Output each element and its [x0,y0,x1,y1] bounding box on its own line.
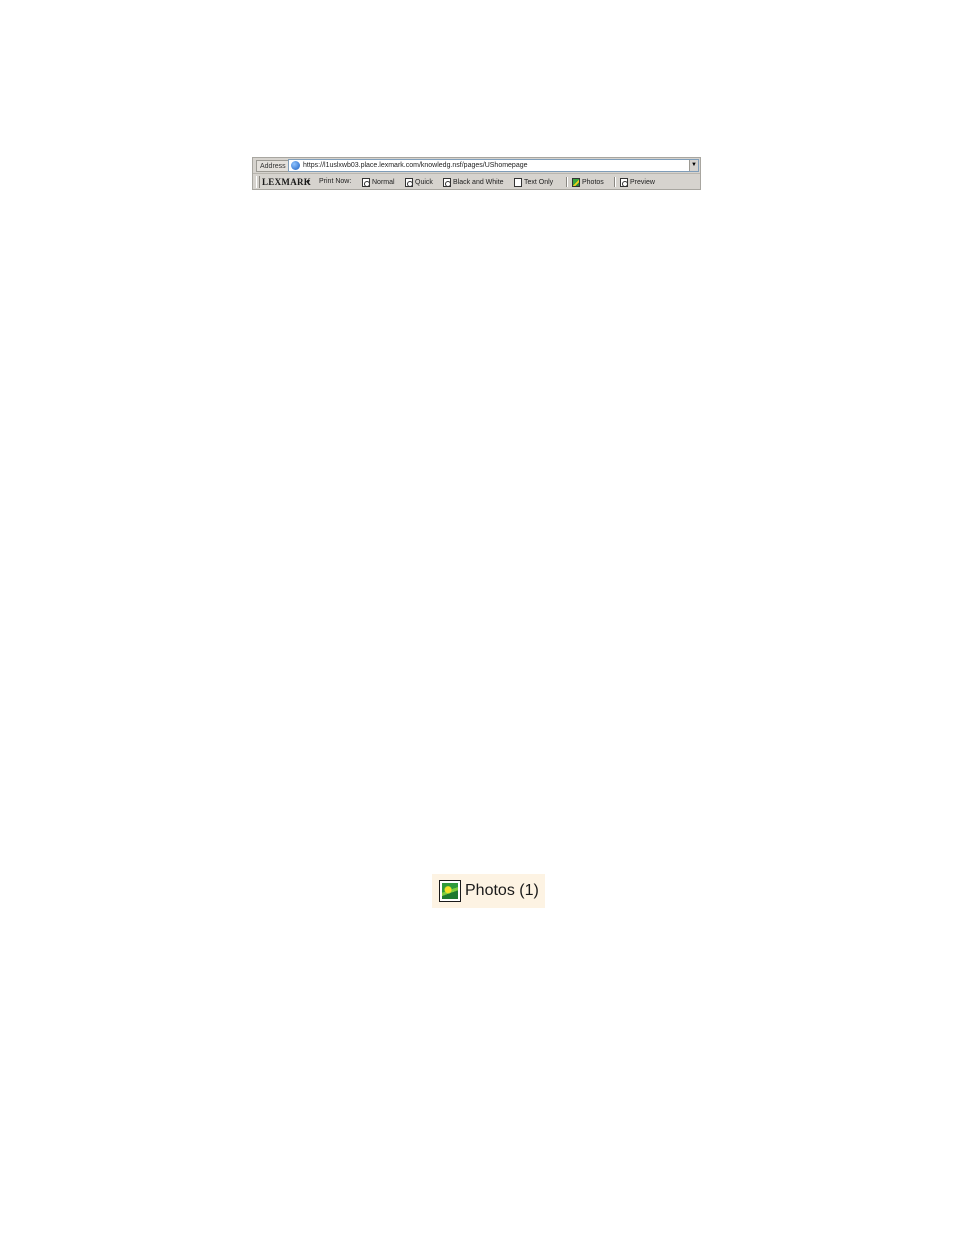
photo-icon [439,880,461,902]
quick-print-button[interactable]: Quick [405,176,433,188]
photos-count-label: Photos (1) [465,882,539,899]
quick-print-icon [405,177,413,187]
lexmark-logo[interactable]: LEXMARK [262,176,311,188]
photos-print-button[interactable]: Photos [572,176,604,188]
photos-count-button[interactable]: Photos (1) [432,874,545,908]
text-only-print-icon [514,177,522,187]
photos-print-icon [572,177,580,187]
normal-print-label: Normal [372,178,395,186]
toolbar-grip-handle[interactable] [256,176,260,188]
text-only-print-label: Text Only [524,178,554,186]
toolbar-separator [566,177,567,187]
quick-print-label: Quick [415,178,433,186]
normal-print-icon [362,177,370,187]
address-url: https://l1uslxwb03.place.lexmark.com/kno… [303,162,528,169]
photos-print-label: Photos [582,178,604,186]
preview-label: Preview [630,178,655,186]
address-bar: Address https://l1uslxwb03.place.lexmark… [253,158,700,174]
photo-landscape-graphic [442,883,458,899]
print-now-label: Print Now: [319,178,352,185]
address-label: Address [256,160,290,172]
address-field[interactable]: https://l1uslxwb03.place.lexmark.com/kno… [288,159,699,172]
ie-page-icon [291,161,300,170]
normal-print-button[interactable]: Normal [362,176,395,188]
brand-menu-arrow-icon[interactable]: ▾ [307,176,310,188]
text-only-print-button[interactable]: Text Only [514,176,553,188]
toolbar-separator [614,177,615,187]
address-dropdown-button[interactable]: ▼ [689,160,698,171]
black-white-print-icon [443,177,451,187]
lexmark-print-toolbar: LEXMARK ▾ Print Now: Normal Quick Black … [253,174,700,190]
black-white-print-button[interactable]: Black and White [443,176,504,188]
black-white-print-label: Black and White [453,178,504,186]
browser-toolbar-screenshot: Address https://l1uslxwb03.place.lexmark… [252,157,701,190]
preview-icon [620,177,628,187]
preview-button[interactable]: Preview [620,176,655,188]
